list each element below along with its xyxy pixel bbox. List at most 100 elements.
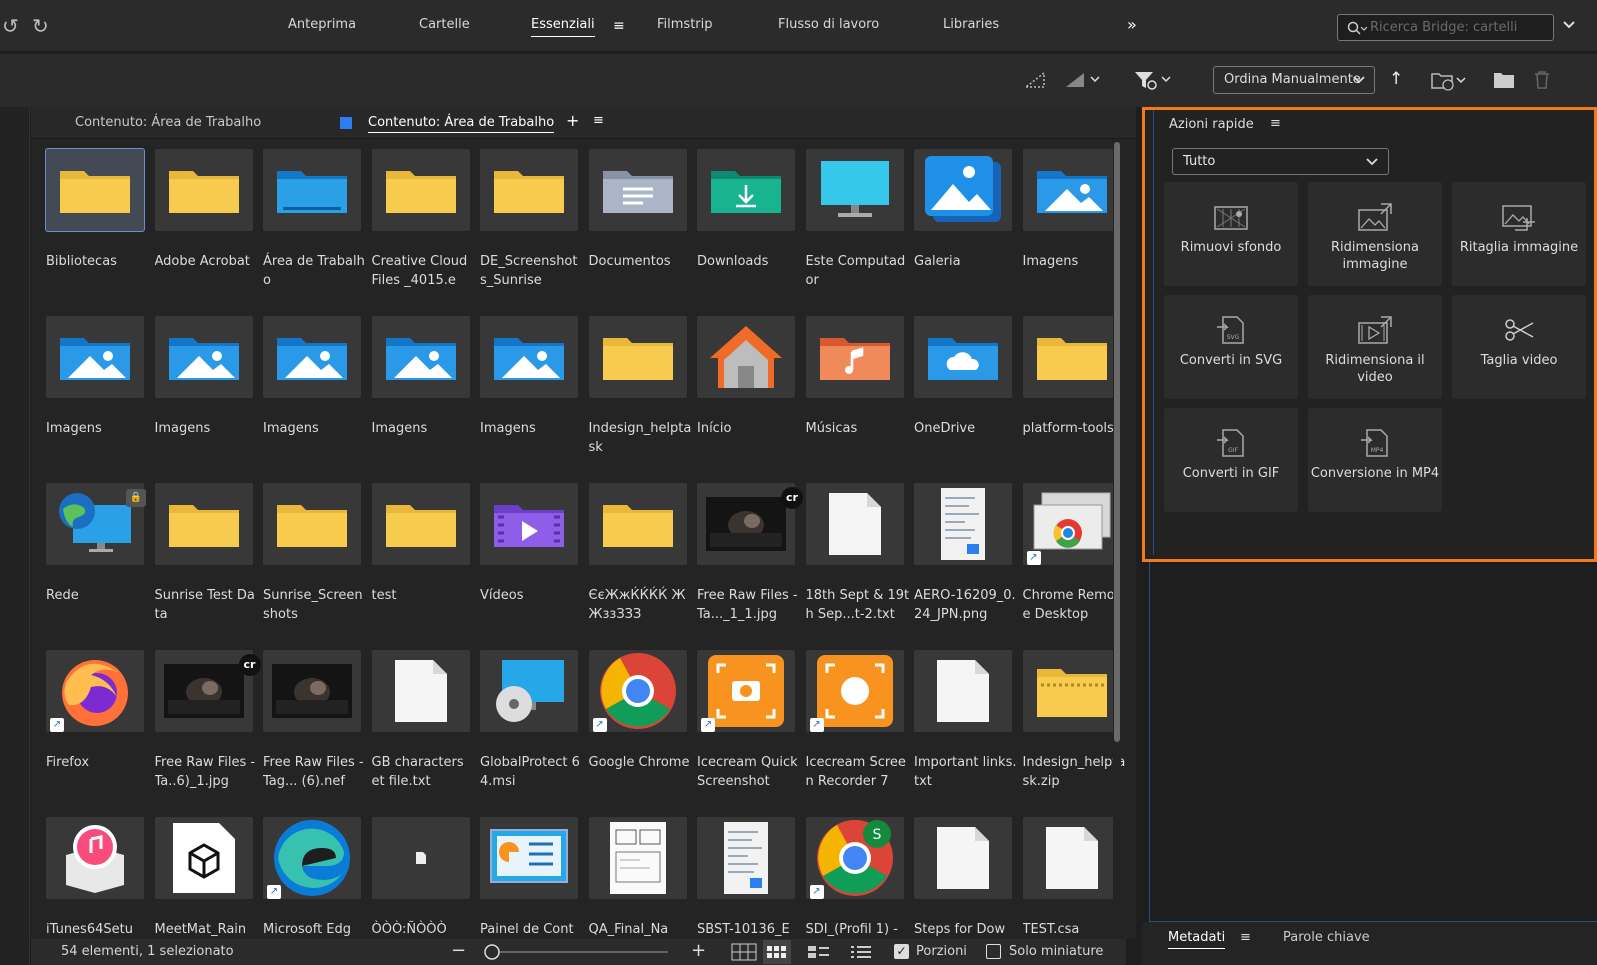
item-label: test — [371, 588, 397, 603]
quick-action-card[interactable]: SVG Converti in SVG — [1164, 295, 1298, 399]
grid-item[interactable]: Creative Cloud Files _4015.e — [371, 139, 480, 299]
grid-item[interactable]: ↗ Microsoft Edg — [263, 807, 371, 939]
grid-item[interactable]: 18th Sept & 19th Sep...t-2.txt — [805, 473, 914, 633]
quick-action-card[interactable]: Rimuovi sfondo — [1164, 182, 1298, 286]
grid-item[interactable]: cr Free Raw Files - Ta..6)_1.jpg — [154, 640, 263, 800]
grid-item[interactable]: AERO-16209_0.24_JPN.png — [914, 473, 1022, 633]
folder-icon — [46, 149, 144, 231]
grid-item[interactable]: Indesign_helptask — [588, 306, 697, 466]
more-workspaces-icon[interactable]: » — [1127, 17, 1137, 33]
sort-dropdown[interactable]: Ordina Manualmente — [1213, 66, 1375, 94]
grid-item[interactable]: Este Computador — [805, 139, 914, 299]
thumbnail-view-icon[interactable] — [763, 940, 791, 964]
grid-item[interactable]: Galeria — [914, 139, 1022, 299]
metadata-menu-icon[interactable]: ≡ — [1240, 930, 1251, 945]
grid-item[interactable]: Downloads — [697, 139, 805, 299]
list-view-icon[interactable] — [849, 944, 873, 960]
grid-item[interactable]: 🔒 Rede — [46, 473, 154, 633]
quick-action-card[interactable]: GIF Converti in GIF — [1164, 408, 1298, 512]
tab-parole-chiave[interactable]: Parole chiave — [1283, 930, 1370, 945]
quality-icon[interactable] — [1024, 71, 1046, 89]
tab-cartelle[interactable]: Cartelle — [419, 17, 470, 32]
workspace-menu-icon[interactable]: ≡ — [613, 19, 625, 33]
grid-item[interactable]: SBST-10136_E — [697, 807, 805, 939]
grid-item[interactable]: test — [371, 473, 480, 633]
grid-item[interactable]: ÒÒÒ:ÑÒÒÒ — [371, 807, 480, 939]
grid-item[interactable]: ↗ Icecream Screen Recorder 7 — [805, 640, 914, 800]
add-tab-icon[interactable]: + — [566, 111, 579, 130]
grid-item[interactable]: S ↗ SDI_(Profil 1) - — [805, 807, 914, 939]
tab-menu-icon[interactable]: ≡ — [593, 113, 604, 128]
tab-anteprima[interactable]: Anteprima — [288, 17, 356, 32]
grid-item[interactable]: Início — [697, 306, 805, 466]
portions-checkbox[interactable]: ✓ — [894, 944, 909, 959]
grid-item[interactable]: Adobe Acrobat — [154, 139, 263, 299]
scrollbar-thumb[interactable] — [1114, 142, 1120, 742]
grid-item[interactable]: iTunes64Setu — [46, 807, 154, 939]
rating-filter-icon[interactable] — [1064, 71, 1104, 89]
new-folder-icon[interactable] — [1493, 71, 1515, 89]
content-tab-active[interactable]: Contenuto: Área de Trabalho — [368, 115, 555, 133]
grid-item[interactable]: Imagens — [371, 306, 480, 466]
grid-item[interactable]: ↗ Google Chrome — [588, 640, 697, 800]
grid-item[interactable]: Important links.txt — [914, 640, 1022, 800]
panel-menu-icon[interactable]: ≡ — [1270, 116, 1281, 131]
grid-item[interactable]: Painel de Cont — [480, 807, 588, 939]
grid-item[interactable]: Sunrise_Screenshots — [263, 473, 371, 633]
search-box[interactable] — [1337, 14, 1554, 41]
filter-icon[interactable] — [1133, 69, 1175, 91]
grid-item[interactable]: GB characters et file.txt — [371, 640, 480, 800]
item-label: platform-tools — [1022, 421, 1114, 436]
content-tab-inactive[interactable]: Contenuto: Área de Trabalho — [75, 115, 261, 130]
undo-icon[interactable]: ↺ — [2, 16, 19, 36]
grid-item[interactable]: Imagens — [263, 306, 371, 466]
svg-text:SVG: SVG — [1227, 334, 1240, 341]
grid-lock-icon[interactable] — [731, 943, 757, 961]
trash-icon[interactable] — [1533, 70, 1551, 90]
search-input[interactable] — [1370, 18, 1546, 37]
grid-item[interactable]: ↗ Icecream Quick Screenshot — [697, 640, 805, 800]
pictures-folder-icon — [263, 316, 361, 398]
grid-item[interactable]: QA_Final_Na — [588, 807, 697, 939]
grid-item[interactable]: Área de Trabalho — [263, 139, 371, 299]
thumbs-only-checkbox[interactable] — [986, 944, 1001, 959]
grid-item[interactable]: Imagens — [154, 306, 263, 466]
grid-item[interactable]: Bibliotecas — [46, 139, 154, 299]
quick-action-card[interactable]: MP4 Conversione in MP4 — [1308, 408, 1442, 512]
grid-item[interactable]: Músicas — [805, 306, 914, 466]
item-label: Imagens — [46, 421, 102, 436]
chevron-down-icon[interactable] — [1562, 20, 1576, 30]
thumbnail-size-slider[interactable] — [483, 944, 673, 960]
grid-item[interactable]: DE_Screenshots_Sunrise — [480, 139, 588, 299]
tab-filmstrip[interactable]: Filmstrip — [657, 17, 713, 32]
grid-item[interactable]: Steps for Dow — [914, 807, 1022, 939]
grid-item[interactable]: cr Free Raw Files - Ta..._1_1.jpg — [697, 473, 805, 633]
grid-item[interactable]: Imagens — [46, 306, 154, 466]
quick-action-card[interactable]: Ridimensiona il video — [1308, 295, 1442, 399]
zoom-in-icon[interactable]: + — [691, 940, 706, 961]
sort-ascending-icon[interactable]: ↑ — [1389, 71, 1403, 88]
grid-item[interactable]: Imagens — [480, 306, 588, 466]
tab-essenziali[interactable]: Essenziali — [531, 17, 595, 37]
grid-item[interactable]: GlobalProtect 64.msi — [480, 640, 588, 800]
tab-libraries[interactable]: Libraries — [943, 17, 999, 32]
quick-action-card[interactable]: Ritaglia immagine — [1452, 182, 1586, 286]
grid-item[interactable]: Vídeos — [480, 473, 588, 633]
grid-item[interactable]: ↗ Firefox — [46, 640, 154, 800]
document-page-icon — [588, 817, 687, 899]
redo-icon[interactable]: ↻ — [32, 16, 49, 36]
recent-folder-icon[interactable] — [1430, 70, 1470, 92]
grid-item[interactable]: Free Raw Files - Tag... (6).nef — [263, 640, 371, 800]
grid-item[interactable]: MeetMat_Rain — [154, 807, 263, 939]
grid-item[interactable]: ЄєЖжЌЌЌЌ ЖЖззЗЗЗ — [588, 473, 697, 633]
grid-item[interactable]: Sunrise Test Data — [154, 473, 263, 633]
details-view-icon[interactable] — [807, 944, 831, 960]
zoom-out-icon[interactable]: − — [451, 940, 466, 961]
tab-flusso-di-lavoro[interactable]: Flusso di lavoro — [778, 17, 879, 32]
grid-item[interactable]: Documentos — [588, 139, 697, 299]
grid-item[interactable]: OneDrive — [914, 306, 1022, 466]
quick-action-card[interactable]: Taglia video — [1452, 295, 1586, 399]
tab-metadati[interactable]: Metadati — [1168, 930, 1226, 949]
quick-actions-filter-dropdown[interactable]: Tutto — [1172, 148, 1389, 175]
quick-action-card[interactable]: Ridimensiona immagine — [1308, 182, 1442, 286]
